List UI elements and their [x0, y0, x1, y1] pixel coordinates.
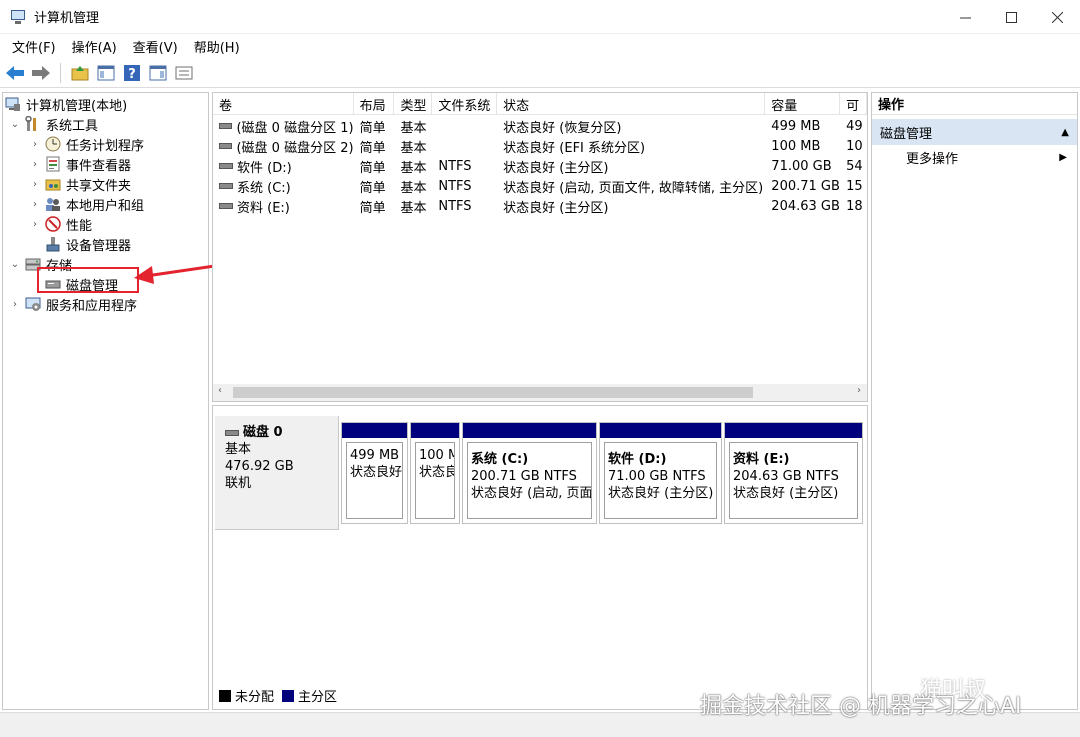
menu-help[interactable]: 帮助(H)	[186, 37, 248, 56]
menu-view[interactable]: 查看(V)	[125, 37, 186, 56]
tree-item-local-users[interactable]: › 本地用户和组	[29, 194, 144, 214]
performance-icon	[45, 216, 61, 232]
horizontal-scrollbar[interactable]: ‹ ›	[213, 384, 867, 401]
col-capacity[interactable]: 容量	[765, 93, 841, 115]
table-row[interactable]: 资料 (E:) 简单 基本 NTFS 状态良好 (主分区) 204.63 GB …	[213, 196, 867, 216]
toolbar-separator	[60, 62, 61, 83]
chevron-right-icon[interactable]: ›	[29, 179, 41, 190]
collapse-up-icon[interactable]: ▲	[1061, 127, 1069, 138]
partition-bar	[725, 423, 862, 438]
computer-management-icon	[10, 9, 26, 25]
menu-bar: 文件(F) 操作(A) 查看(V) 帮助(H)	[0, 34, 1080, 58]
chevron-right-icon[interactable]: ›	[29, 199, 41, 210]
partition-system-c[interactable]: 系统 (C:) 200.71 GB NTFS 状态良好 (启动, 页面	[462, 422, 597, 524]
shared-folder-icon	[45, 176, 61, 192]
chevron-right-icon[interactable]: ›	[29, 159, 41, 170]
submenu-arrow-icon: ▶	[1059, 151, 1067, 163]
chevron-down-icon[interactable]: ⌄	[9, 119, 21, 130]
col-type[interactable]: 类型	[394, 93, 433, 115]
tree-item-root[interactable]: 计算机管理(本地)	[5, 94, 127, 114]
device-manager-icon	[45, 236, 61, 252]
toolbar: ?	[0, 58, 1080, 88]
menu-action[interactable]: 操作(A)	[64, 37, 125, 56]
scrollbar-thumb[interactable]	[233, 387, 753, 398]
scroll-left-icon[interactable]: ‹	[218, 385, 222, 396]
tree-item-shared-folders[interactable]: › 共享文件夹	[29, 174, 131, 194]
disk-0-label[interactable]: 磁盘 0 基本 476.92 GB 联机	[215, 416, 339, 530]
highlight-box	[37, 267, 139, 293]
chevron-right-icon[interactable]: ›	[29, 139, 41, 150]
chevron-right-icon[interactable]: ›	[9, 299, 21, 310]
show-hide-tree-icon[interactable]	[95, 62, 117, 84]
col-layout[interactable]: 布局	[354, 93, 395, 115]
help-icon[interactable]: ?	[121, 62, 143, 84]
chevron-down-icon[interactable]: ⌄	[9, 259, 21, 270]
disk-graphical-view: 磁盘 0 基本 476.92 GB 联机 499 MB 状态良好 100 M 状…	[212, 405, 868, 710]
up-folder-icon[interactable]	[69, 62, 91, 84]
tree-item-task-scheduler[interactable]: › 任务计划程序	[29, 134, 144, 154]
drive-icon	[219, 143, 233, 149]
event-viewer-icon	[45, 156, 61, 172]
tree-item-performance[interactable]: › 性能	[29, 214, 92, 234]
col-filesystem[interactable]: 文件系统	[432, 93, 498, 115]
volume-list: 卷 布局 类型 文件系统 状态 容量 可 (磁盘 0 磁盘分区 1) 简单 基本…	[212, 92, 868, 402]
table-row[interactable]: (磁盘 0 磁盘分区 1) 简单 基本 状态良好 (恢复分区) 499 MB 4…	[213, 116, 867, 136]
partition-data-e[interactable]: 资料 (E:) 204.63 GB NTFS 状态良好 (主分区)	[724, 422, 863, 524]
forward-icon[interactable]	[30, 62, 52, 84]
disk-icon	[225, 429, 239, 436]
more-actions-item[interactable]: 更多操作 ▶	[872, 145, 1077, 169]
actions-pane: 操作 磁盘管理 ▲ 更多操作 ▶	[871, 92, 1078, 710]
menu-file[interactable]: 文件(F)	[4, 37, 64, 56]
action-pane-icon[interactable]	[147, 62, 169, 84]
back-icon[interactable]	[4, 62, 26, 84]
tree-item-services-apps[interactable]: › 服务和应用程序	[9, 294, 137, 314]
console-tree: 计算机管理(本地) ⌄ 系统工具 › 任务计划程序 › 事件查看器 › 共享文件…	[2, 92, 209, 710]
window-title: 计算机管理	[34, 11, 100, 26]
tree-item-system-tools[interactable]: ⌄ 系统工具	[9, 114, 98, 134]
tree-item-event-viewer[interactable]: › 事件查看器	[29, 154, 131, 174]
actions-section-disk-management[interactable]: 磁盘管理 ▲	[872, 119, 1077, 145]
col-status[interactable]: 状态	[497, 93, 766, 115]
close-button[interactable]	[1034, 0, 1080, 34]
drive-icon	[219, 123, 233, 129]
col-free-space[interactable]: 可	[840, 93, 867, 115]
minimize-button[interactable]	[942, 0, 988, 34]
maximize-button[interactable]	[988, 0, 1034, 34]
users-icon	[45, 196, 61, 212]
partition-bar	[411, 423, 459, 438]
tools-icon	[25, 116, 41, 132]
partition-recovery[interactable]: 499 MB 状态良好	[341, 422, 408, 524]
actions-header: 操作	[872, 93, 1077, 115]
partition-bar	[342, 423, 407, 438]
services-icon	[25, 296, 41, 312]
drive-icon	[219, 163, 233, 169]
drive-icon	[219, 203, 233, 209]
drive-icon	[219, 183, 233, 189]
col-volume[interactable]: 卷	[213, 93, 354, 115]
unallocated-swatch	[219, 689, 231, 702]
scroll-right-icon[interactable]: ›	[857, 385, 861, 396]
table-row[interactable]: (磁盘 0 磁盘分区 2) 简单 基本 状态良好 (EFI 系统分区) 100 …	[213, 136, 867, 156]
partition-software-d[interactable]: 软件 (D:) 71.00 GB NTFS 状态良好 (主分区)	[599, 422, 722, 524]
properties-icon[interactable]	[173, 62, 195, 84]
chevron-right-icon[interactable]: ›	[29, 219, 41, 230]
computer-icon	[5, 96, 21, 112]
legend: 未分配 主分区	[219, 686, 337, 705]
watermark-text: 掘金技术社区 @ 机器学习之心AI	[700, 694, 1022, 719]
title-bar: 计算机管理	[0, 0, 1080, 34]
partition-bar	[463, 423, 596, 438]
tree-item-device-manager[interactable]: 设备管理器	[45, 234, 131, 254]
partition-bar	[600, 423, 721, 438]
table-row[interactable]: 系统 (C:) 简单 基本 NTFS 状态良好 (启动, 页面文件, 故障转储,…	[213, 176, 867, 196]
partition-efi[interactable]: 100 M 状态良	[410, 422, 460, 524]
table-row[interactable]: 软件 (D:) 简单 基本 NTFS 状态良好 (主分区) 71.00 GB 5…	[213, 156, 867, 176]
svg-text:?: ?	[128, 67, 136, 82]
clock-icon	[45, 136, 61, 152]
primary-swatch	[282, 689, 295, 702]
volume-list-header: 卷 布局 类型 文件系统 状态 容量 可	[213, 93, 867, 115]
